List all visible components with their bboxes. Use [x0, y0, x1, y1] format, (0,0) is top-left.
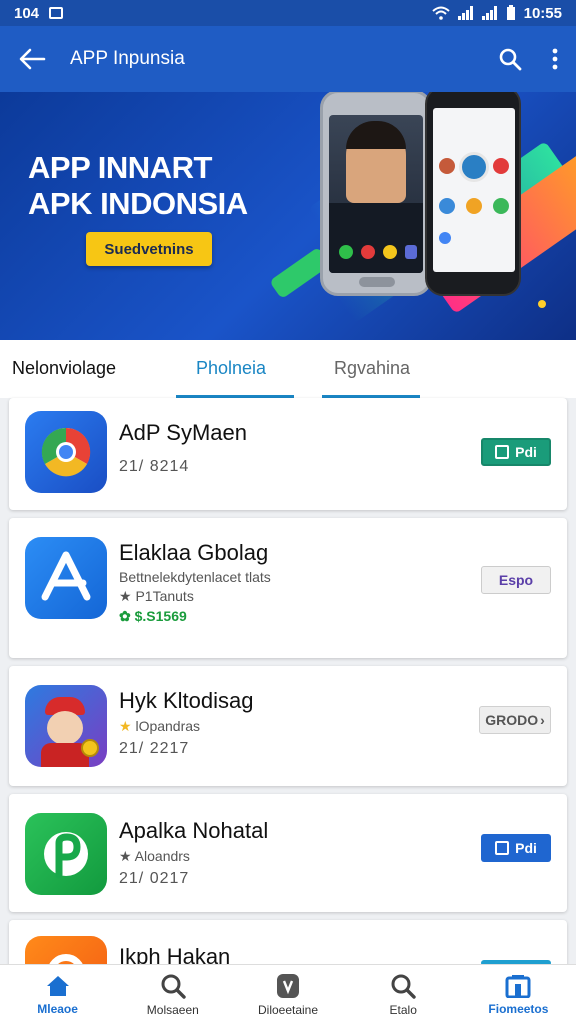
signal-icon-2 — [481, 6, 497, 20]
phone-illustration — [425, 92, 521, 296]
status-time: 10:55 — [523, 4, 562, 22]
gallery-icon — [49, 7, 64, 19]
app-rating: ★ P1Tanuts — [119, 588, 194, 605]
install-button-label: Espo — [498, 572, 534, 588]
back-arrow-icon[interactable] — [18, 48, 46, 70]
status-bar: 104 10:55 — [0, 0, 576, 26]
hero-title-line2: APK INDONSIA — [28, 186, 248, 221]
nav-search[interactable]: Molsaeen — [115, 965, 230, 1024]
home-icon — [46, 975, 69, 996]
app-icon-store — [25, 537, 107, 619]
app-bar-title: APP Inpunsia — [70, 48, 185, 69]
star-icon: ★ — [119, 588, 136, 604]
tab-bar: Nelonviolage Pholneia Rgvahina — [0, 340, 576, 398]
hero-cta-button[interactable]: Suedvetnins — [86, 232, 212, 266]
tag-icon: ✿ — [119, 608, 135, 624]
phone-illustration — [320, 92, 432, 296]
open-button[interactable]: GRODO › — [479, 706, 551, 734]
list-item[interactable]: Hyk Kltodisag ★ lOpandras 21/ 2217 GRODO… — [9, 666, 567, 786]
tab-pholneia[interactable]: Pholneia — [196, 358, 266, 379]
app-price: ✿ $.S1569 — [119, 608, 187, 625]
star-icon: ★ — [119, 848, 135, 864]
nav-label: Molsaeen — [146, 1002, 199, 1017]
install-button[interactable]: Espo — [481, 566, 551, 594]
sparkle-dot — [538, 300, 546, 308]
nav-explore[interactable]: Etalo — [346, 965, 461, 1024]
nav-label: Etalo — [389, 1002, 417, 1017]
app-rating: ★ lOpandras — [119, 718, 200, 735]
app-rating: ★ Aloandrs — [119, 848, 190, 865]
get-button[interactable]: Pdi — [481, 834, 551, 862]
signal-icon — [457, 6, 473, 20]
app-meta: 21/ 0217 — [119, 870, 190, 887]
nav-home[interactable]: Mleaoe — [0, 965, 115, 1024]
bottom-navigation: Mleaoe Molsaeen Diloeetaine Etalo Fiomee… — [0, 964, 576, 1024]
get-button[interactable]: Pdi — [481, 438, 551, 466]
list-item[interactable]: AdP SyMaen 21/ 8214 Pdi — [9, 398, 567, 510]
app-name: Apalka Nohatal — [119, 818, 269, 843]
app-meta: 21/ 8214 — [119, 458, 190, 475]
app-name: AdP SyMaen — [119, 420, 248, 445]
shield-icon — [277, 973, 299, 998]
battery-icon — [506, 5, 515, 20]
app-icon-p — [25, 813, 107, 895]
status-left-time: 104 — [14, 4, 40, 22]
star-icon: ★ — [119, 718, 136, 734]
chevron-right-icon: › — [540, 712, 545, 728]
app-icon-character — [25, 685, 107, 767]
open-button-label: GRODO — [485, 712, 539, 728]
search-icon — [161, 974, 186, 999]
app-name: Hyk Kltodisag — [119, 688, 254, 713]
nav-label: Mleaoe — [37, 1001, 78, 1016]
search-icon[interactable] — [498, 47, 522, 71]
app-meta: Bettnelekdytenlacet tlats — [119, 569, 271, 585]
get-button-label: Pdi — [515, 840, 537, 856]
nav-label: Fiomeetos — [488, 1001, 549, 1016]
list-item[interactable]: Apalka Nohatal ★ Aloandrs 21/ 0217 Pdi — [9, 794, 567, 912]
tab-rgvahina[interactable]: Rgvahina — [334, 358, 410, 379]
app-bar: APP Inpunsia — [0, 26, 576, 92]
app-icon-chrome — [25, 411, 107, 493]
nav-security[interactable]: Diloeetaine — [230, 965, 345, 1024]
get-button-label: Pdi — [515, 444, 537, 460]
store-icon — [505, 974, 531, 998]
wifi-icon — [431, 6, 450, 20]
app-meta: 21/ 2217 — [119, 740, 190, 757]
more-vert-icon[interactable] — [552, 48, 558, 70]
hero-title-line1: APP INNART — [28, 150, 212, 185]
nav-label: Diloeetaine — [257, 1002, 319, 1017]
list-item[interactable]: Elaklaa Gbolag Bettnelekdytenlacet tlats… — [9, 518, 567, 658]
tab-nelonviolage[interactable]: Nelonviolage — [12, 358, 116, 379]
app-price-text: $.S1569 — [134, 608, 187, 624]
hero-banner[interactable]: APP INNART APK INDONSIA Suedvetnins — [0, 92, 576, 340]
app-rating-text: Aloandrs — [134, 848, 190, 864]
app-name: Elaklaa Gbolag — [119, 540, 269, 565]
search-icon — [391, 974, 416, 999]
app-rating-text: P1Tanuts — [135, 588, 194, 604]
app-rating-text: lOpandras — [135, 718, 201, 734]
nav-store[interactable]: Fiomeetos — [461, 965, 576, 1024]
